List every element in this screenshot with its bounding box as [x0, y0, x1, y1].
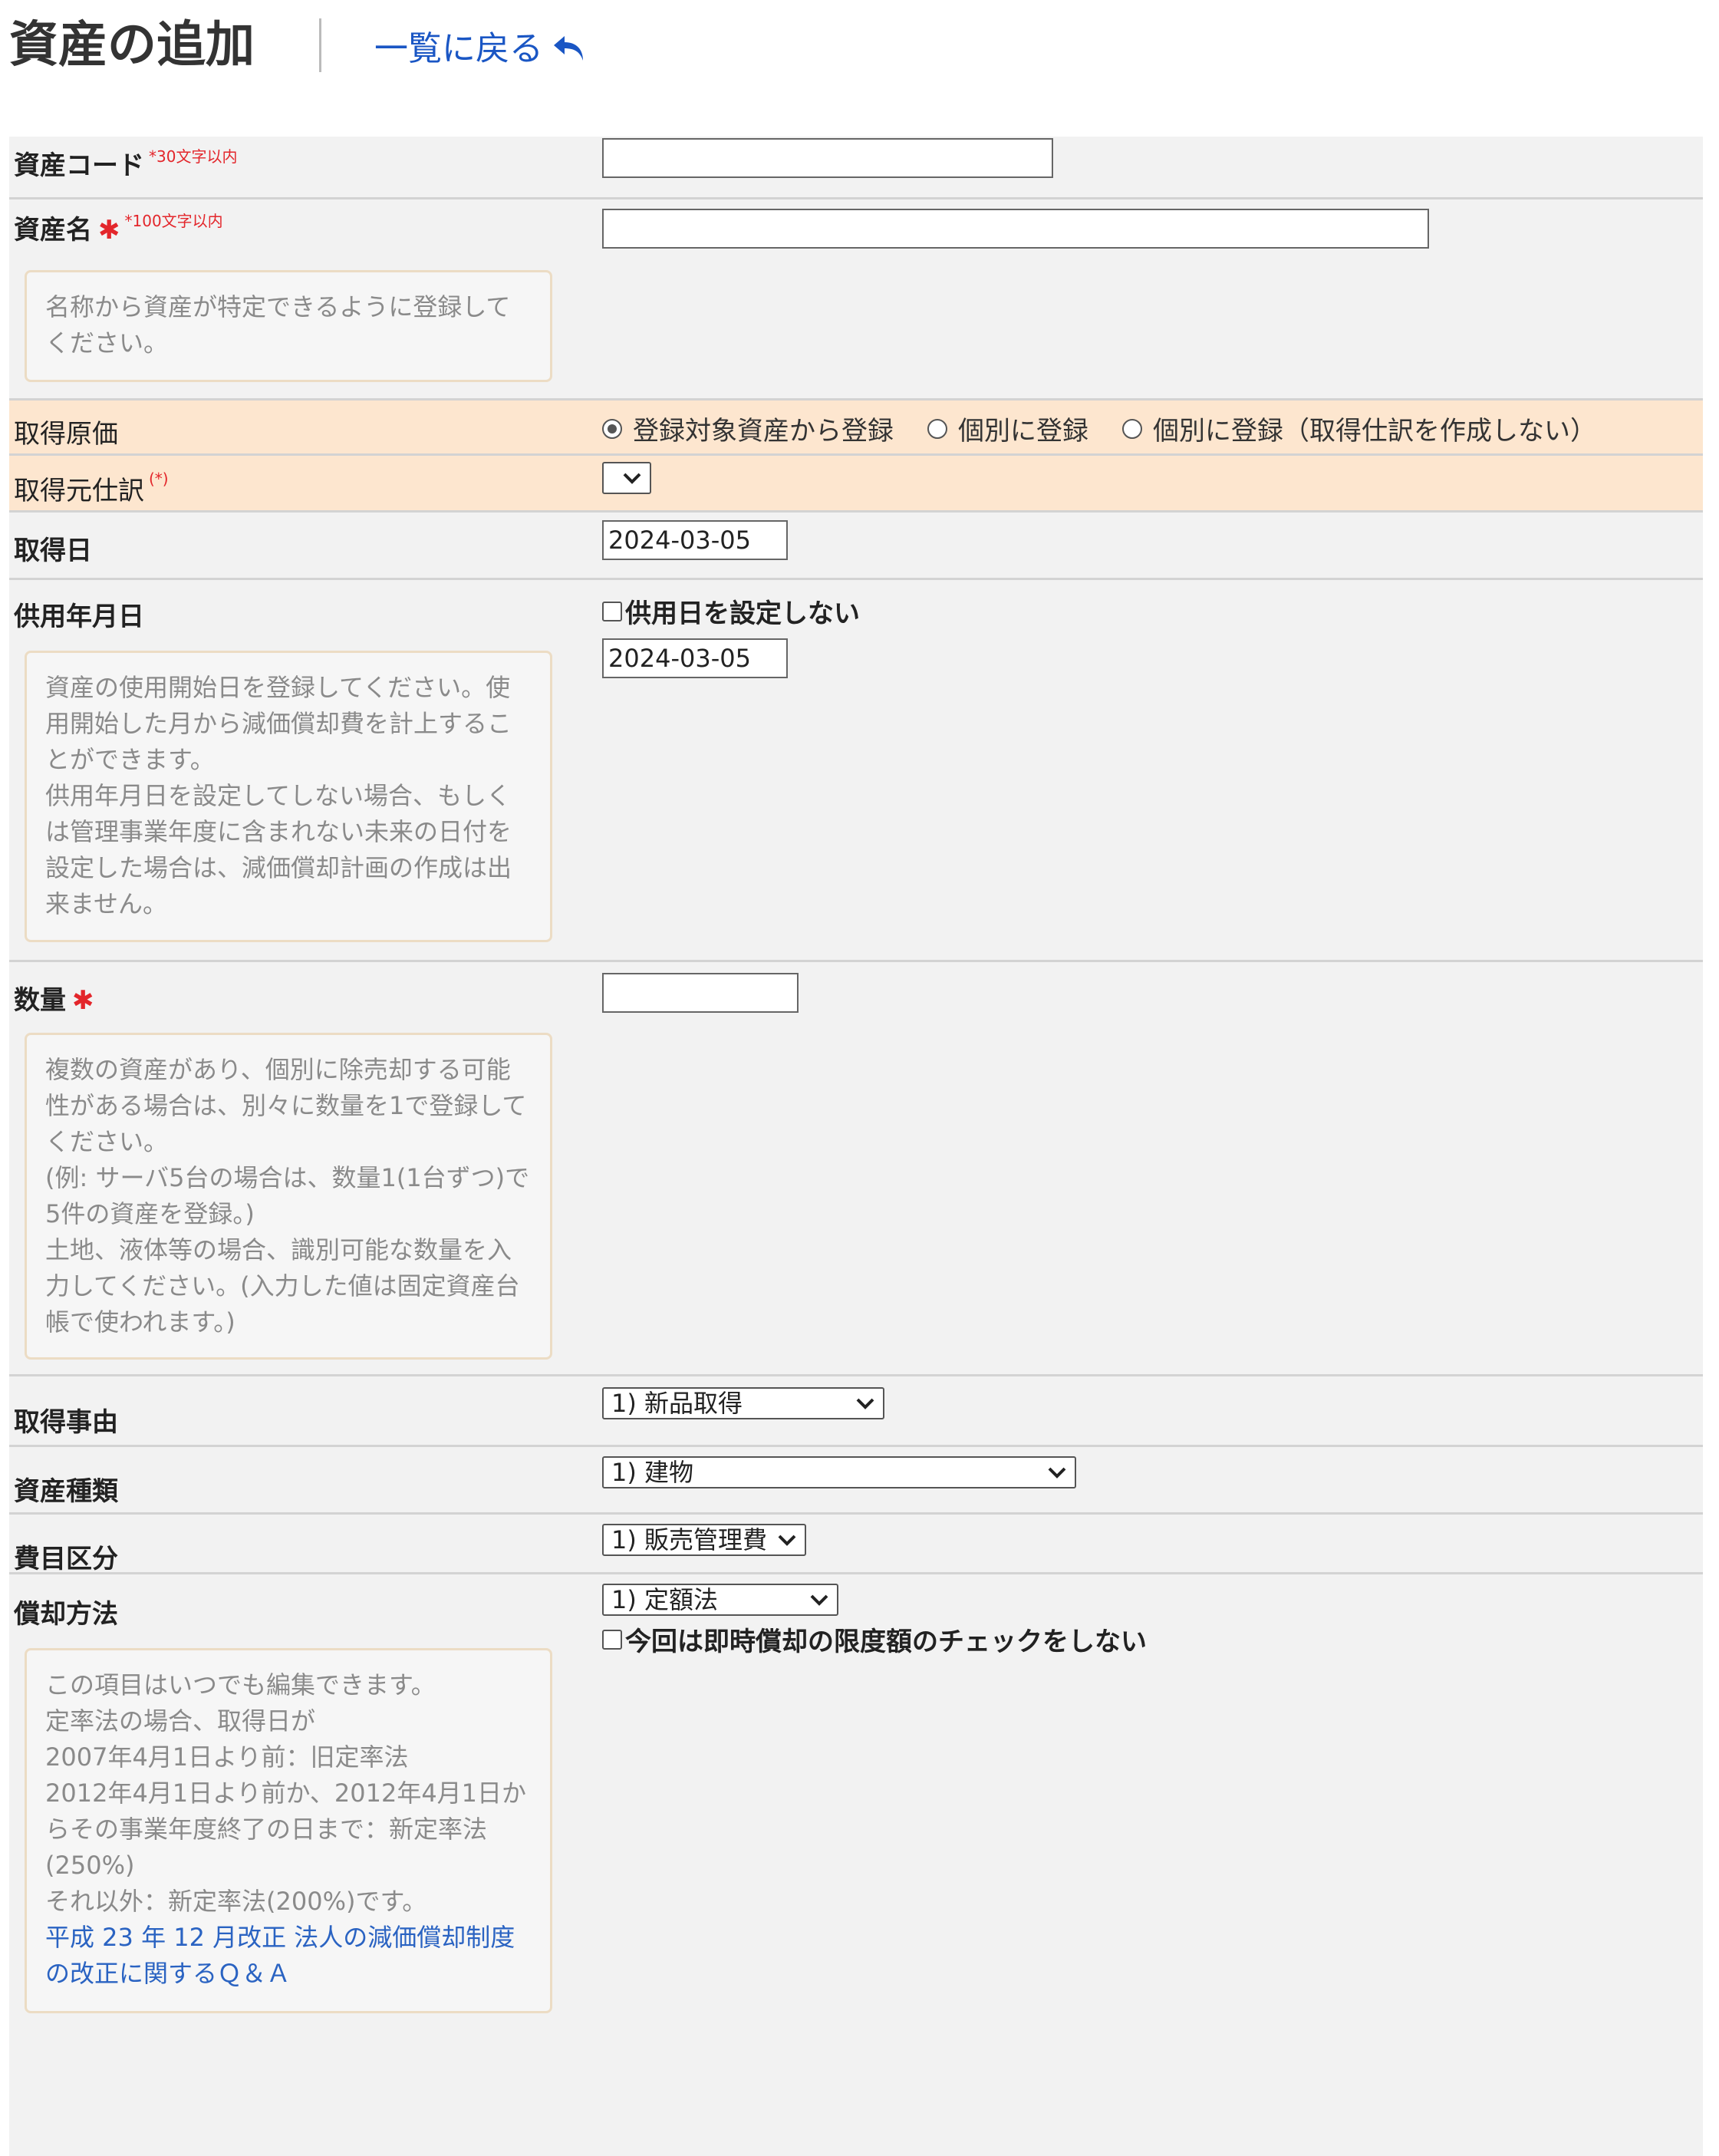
radio-button[interactable]: [1122, 418, 1142, 439]
required-mark: ✱: [98, 215, 120, 246]
skip-immediate-depreciation-checkbox[interactable]: [602, 1629, 622, 1650]
acquisition-cost-radio-group: 登録対象資産から登録 個別に登録 個別に登録（取得仕訳を作成しない）: [602, 410, 1630, 447]
acquisition-cost-label: 取得原価: [14, 419, 118, 450]
radio-button-selected[interactable]: [602, 418, 622, 439]
row-asset-code: 資産コード *30文字以内: [9, 137, 1703, 199]
chevron-down-icon: [810, 1594, 828, 1606]
asset-code-input[interactable]: [602, 138, 1053, 178]
asset-name-label: 資産名 ✱ *100文字以内: [14, 212, 223, 246]
row-service-date: 供用年月日 供用日を設定しない 資産の使用開始日を登録してください。使用開始した…: [9, 580, 1703, 962]
row-asset-name: 資産名 ✱ *100文字以内 名称から資産が特定できるように登録してください。: [9, 199, 1703, 401]
asset-code-limit-note: *30文字以内: [149, 147, 238, 166]
return-arrow-icon: [554, 36, 583, 61]
asset-type-select[interactable]: 1) 建物: [602, 1456, 1076, 1488]
source-journal-label: 取得元仕訳 (*): [14, 470, 169, 506]
acquisition-date-label: 取得日: [14, 536, 92, 566]
asset-code-label: 資産コード *30文字以内: [14, 147, 238, 181]
row-acquisition-date: 取得日: [9, 513, 1703, 580]
row-depreciation-method: 償却方法 1) 定額法 今回は即時償却の限度額のチェックをしない この項目はいつ…: [9, 1574, 1703, 2156]
row-quantity: 数量 ✱ 複数の資産があり、個別に除売却する可能性がある場合は、別々に数量を1で登…: [9, 962, 1703, 1376]
asset-name-hint: 名称から資産が特定できるように登録してください。: [25, 270, 552, 382]
service-date-label: 供用年月日: [14, 602, 144, 632]
quantity-hint: 複数の資産があり、個別に除売却する可能性がある場合は、別々に数量を1で登録してく…: [25, 1033, 552, 1360]
row-acquisition-reason: 取得事由 1) 新品取得: [9, 1376, 1703, 1447]
required-mark: ✱: [72, 985, 94, 1016]
acquisition-reason-select[interactable]: 1) 新品取得: [602, 1387, 884, 1419]
radio-register-individually[interactable]: 個別に登録: [927, 410, 1088, 447]
service-date-hint: 資産の使用開始日を登録してください。使用開始した月から減価償却費を計上することが…: [25, 651, 552, 942]
source-journal-select[interactable]: [602, 462, 651, 494]
depreciation-qa-link[interactable]: 平成 23 年 12 月改正 法人の減価償却制度の改正に関するＱ＆Ａ: [45, 1920, 532, 1992]
radio-button[interactable]: [927, 418, 947, 439]
depreciation-method-hint: この項目はいつでも編集できます。 定率法の場合、取得日が 2007年4月1日より…: [25, 1648, 552, 2013]
no-service-date-checkbox[interactable]: [602, 601, 622, 621]
title-divider: [319, 18, 321, 72]
asset-name-limit-note: *100文字以内: [124, 212, 223, 230]
page-header: 資産の追加 一覧に戻る: [0, 0, 1719, 137]
expense-category-select[interactable]: 1) 販売管理費: [602, 1524, 806, 1556]
depreciation-method-label: 償却方法: [14, 1599, 118, 1630]
quantity-input[interactable]: [602, 973, 799, 1013]
no-service-date-checkbox-row[interactable]: 供用日を設定しない: [602, 592, 860, 630]
expense-category-label: 費目区分: [14, 1544, 118, 1574]
asset-type-label: 資産種類: [14, 1476, 118, 1507]
page-title: 資産の追加: [9, 17, 255, 74]
quantity-label: 数量 ✱: [14, 985, 94, 1016]
back-link-label: 一覧に戻る: [374, 29, 543, 68]
back-to-list-link[interactable]: 一覧に戻る: [374, 25, 589, 74]
row-asset-type: 資産種類 1) 建物: [9, 1447, 1703, 1515]
asset-name-input[interactable]: [602, 209, 1429, 249]
service-date-input[interactable]: [602, 638, 788, 678]
chevron-down-icon: [778, 1535, 796, 1546]
skip-immediate-depreciation-check-row[interactable]: 今回は即時償却の限度額のチェックをしない: [602, 1620, 1147, 1658]
row-source-journal: 取得元仕訳 (*): [9, 456, 1703, 513]
radio-register-individually-no-journal[interactable]: 個別に登録（取得仕訳を作成しない）: [1122, 410, 1596, 447]
source-journal-note: (*): [149, 470, 169, 488]
radio-register-from-target[interactable]: 登録対象資産から登録: [602, 410, 894, 447]
row-expense-category: 費目区分 1) 販売管理費: [9, 1515, 1703, 1574]
depreciation-method-select[interactable]: 1) 定額法: [602, 1584, 838, 1616]
chevron-down-icon: [1048, 1467, 1066, 1479]
acquisition-reason-label: 取得事由: [14, 1407, 118, 1438]
chevron-down-icon: [623, 473, 641, 484]
acquisition-date-input[interactable]: [602, 520, 788, 560]
row-acquisition-cost: 取得原価 登録対象資産から登録 個別に登録 個別に登録（取得仕訳を作成しない）: [9, 401, 1703, 456]
chevron-down-icon: [856, 1398, 874, 1409]
